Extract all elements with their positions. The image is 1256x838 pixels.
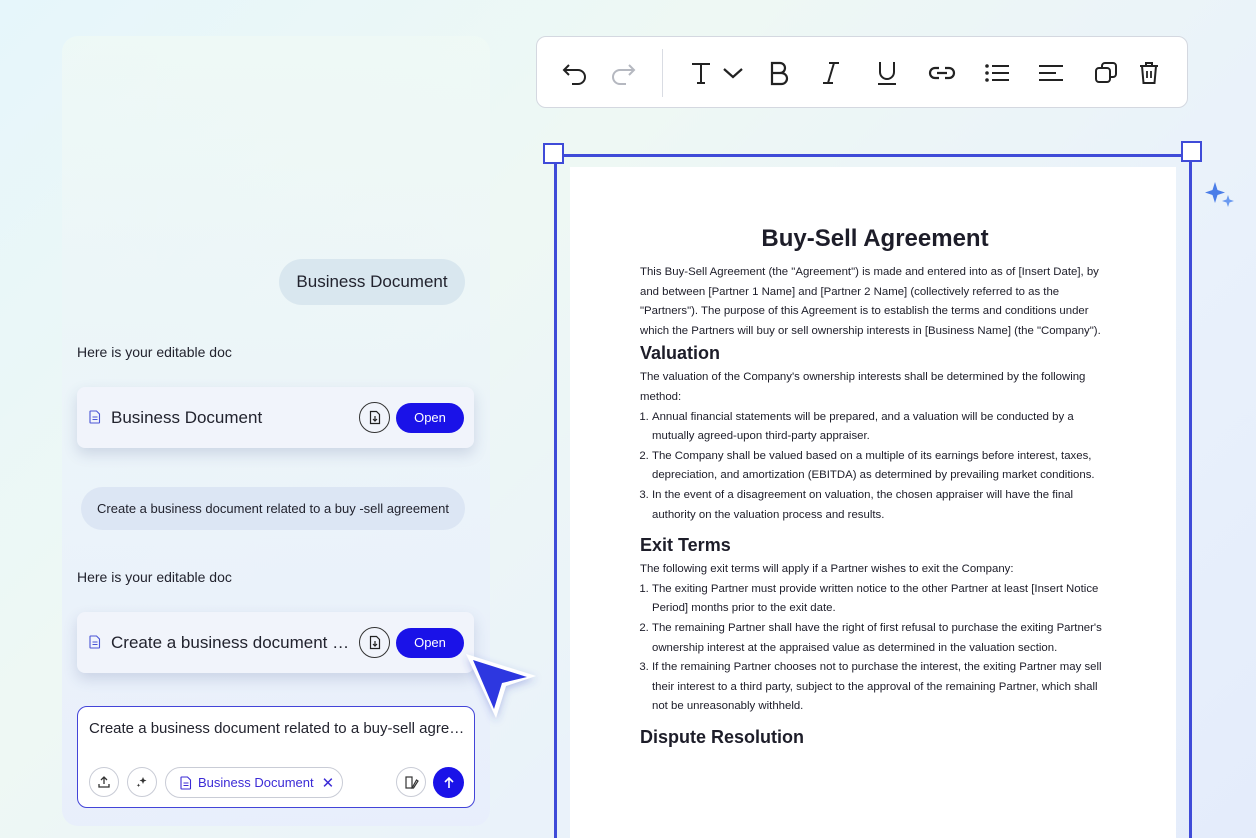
- download-button[interactable]: [359, 402, 390, 433]
- section-heading: Dispute Resolution: [640, 726, 805, 747]
- section-lead: The following exit terms will apply if a…: [640, 563, 1014, 576]
- underline-icon[interactable]: [867, 51, 907, 95]
- pointer-cursor-icon: [460, 648, 542, 733]
- undo-icon[interactable]: [555, 51, 595, 95]
- template-button[interactable]: [396, 767, 426, 797]
- attachment-chip[interactable]: Business Document ✕: [165, 767, 343, 798]
- user-message-text: Business Document: [296, 272, 448, 291]
- user-prompt-bubble: Create a business document related to a …: [81, 487, 465, 530]
- assistant-reply-text: Here is your editable doc: [77, 569, 232, 585]
- chevron-down-icon[interactable]: [713, 51, 753, 95]
- resize-handle-top-left[interactable]: [543, 143, 564, 164]
- list-item: The exiting Partner must provide written…: [652, 580, 1110, 619]
- document-page[interactable]: Buy-Sell Agreement This Buy-Sell Agreeme…: [570, 167, 1176, 838]
- send-button[interactable]: [433, 767, 464, 798]
- list-item: The Company shall be valued based on a m…: [652, 447, 1110, 486]
- ai-magic-button[interactable]: [127, 767, 157, 797]
- message-input[interactable]: Create a business document related to a …: [89, 720, 465, 737]
- sparkle-icon: [1203, 180, 1239, 217]
- delete-icon[interactable]: [1129, 51, 1169, 95]
- intro-paragraph: This Buy-Sell Agreement (the "Agreement"…: [640, 266, 1101, 337]
- file-icon: [180, 775, 192, 790]
- download-icon: [369, 635, 380, 650]
- document-content: Buy-Sell Agreement This Buy-Sell Agreeme…: [640, 225, 1110, 752]
- attachment-chip-label: Business Document: [198, 775, 314, 790]
- redo-icon[interactable]: [603, 51, 643, 95]
- document-card[interactable]: Business Document Open: [77, 387, 474, 448]
- sparkle-icon: [136, 777, 147, 788]
- open-button[interactable]: Open: [396, 402, 464, 433]
- resize-handle-top-right[interactable]: [1181, 141, 1202, 162]
- section-heading: Valuation: [640, 343, 721, 364]
- bold-icon[interactable]: [759, 51, 799, 95]
- section-heading: Exit Terms: [640, 535, 731, 556]
- align-left-icon[interactable]: [1031, 51, 1071, 95]
- template-icon: [404, 775, 419, 789]
- valuation-list: Annual financial statements will be prep…: [640, 408, 1110, 526]
- upload-icon: [98, 776, 110, 788]
- file-icon: [89, 634, 103, 651]
- user-message-bubble: Business Document: [279, 259, 465, 305]
- duplicate-icon[interactable]: [1086, 51, 1126, 95]
- message-composer[interactable]: Create a business document related to a …: [77, 706, 475, 808]
- italic-icon[interactable]: [811, 51, 851, 95]
- user-prompt-text: Create a business document related to a …: [97, 501, 449, 516]
- document-card-title: Business Document: [111, 407, 263, 427]
- arrow-up-icon: [443, 776, 454, 788]
- list-item: In the event of a disagreement on valuat…: [652, 486, 1110, 525]
- section-lead: The valuation of the Company's ownership…: [640, 371, 1086, 403]
- document-card-title: Create a business document related to a …: [111, 632, 353, 652]
- list-item: Annual financial statements will be prep…: [652, 408, 1110, 447]
- close-icon[interactable]: ✕: [322, 774, 335, 792]
- link-icon[interactable]: [922, 51, 962, 95]
- bullet-list-icon[interactable]: [977, 51, 1017, 95]
- download-button[interactable]: [359, 627, 390, 658]
- download-icon: [369, 410, 380, 425]
- toolbar-divider: [662, 49, 663, 97]
- assistant-reply-text: Here is your editable doc: [77, 344, 232, 360]
- file-icon: [89, 409, 103, 426]
- document-title: Buy-Sell Agreement: [761, 225, 989, 252]
- list-item: The remaining Partner shall have the rig…: [652, 619, 1110, 658]
- list-item: If the remaining Partner chooses not to …: [652, 658, 1110, 717]
- exit-terms-list: The exiting Partner must provide written…: [640, 580, 1110, 717]
- document-card[interactable]: Create a business document related to a …: [77, 612, 474, 673]
- editor-toolbar: [536, 36, 1188, 108]
- upload-button[interactable]: [89, 767, 119, 797]
- open-button[interactable]: Open: [396, 627, 464, 658]
